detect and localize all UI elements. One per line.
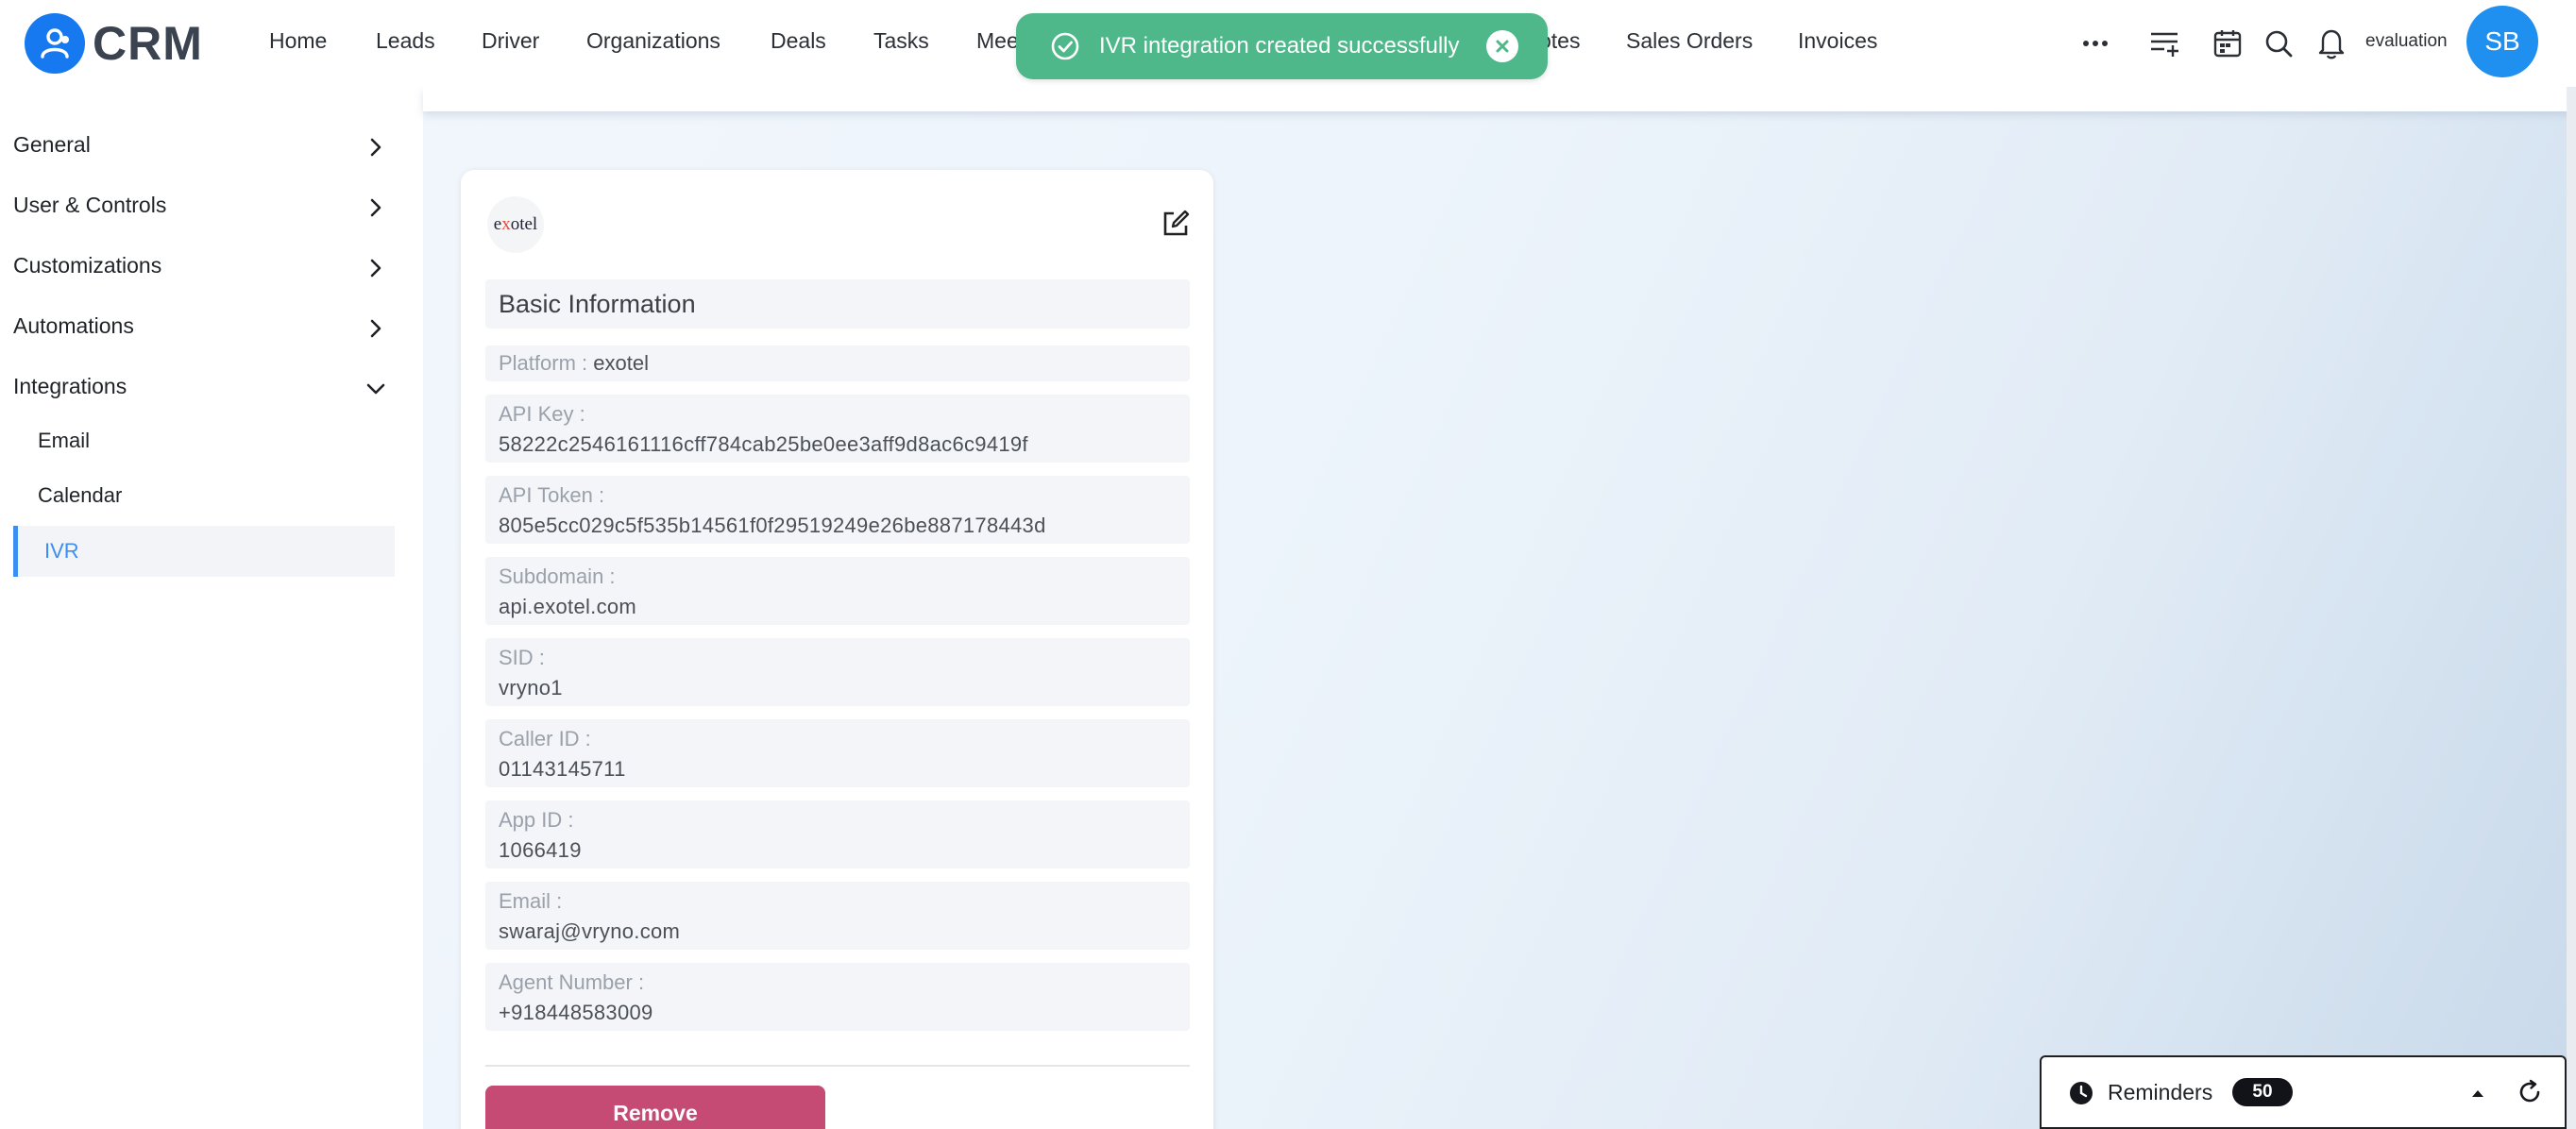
add-list-icon[interactable] — [2146, 25, 2184, 62]
header-strip — [423, 87, 2576, 111]
chevron-down-icon[interactable] — [364, 378, 387, 400]
field-email: Email : swaraj@vryno.com — [485, 882, 1190, 950]
field-sid: SID : vryno1 — [485, 638, 1190, 706]
field-agent-number: Agent Number : +918448583009 — [485, 963, 1190, 1031]
nav-sales-orders[interactable]: Sales Orders — [1626, 28, 1753, 54]
settings-sidebar: General User & Controls Customizations A… — [0, 87, 423, 1129]
nav-organizations[interactable]: Organizations — [586, 28, 720, 54]
close-icon[interactable] — [1486, 30, 1518, 62]
nav-deals[interactable]: Deals — [771, 28, 826, 54]
exotel-logo: e x otel — [487, 196, 544, 253]
toast-message: IVR integration created successfully — [1099, 33, 1460, 59]
search-icon[interactable] — [2260, 25, 2297, 62]
calendar-icon[interactable] — [2209, 25, 2246, 62]
nav-tasks[interactable]: Tasks — [873, 28, 929, 54]
success-toast: IVR integration created successfully — [1016, 13, 1548, 79]
sidebar-item-customizations[interactable]: Customizations — [13, 253, 161, 278]
clock-icon — [2070, 1082, 2093, 1104]
sidebar-item-calendar[interactable]: Calendar — [38, 483, 122, 508]
card-divider — [485, 1065, 1190, 1067]
sidebar-item-ivr-label: IVR — [44, 539, 79, 563]
user-name-label[interactable]: evaluation — [2365, 31, 2448, 52]
edit-icon[interactable] — [1161, 210, 1190, 238]
field-subdomain: Subdomain : api.exotel.com — [485, 557, 1190, 625]
sidebar-item-ivr[interactable]: IVR — [13, 526, 395, 577]
app-logo-text: CRM — [93, 17, 203, 70]
sidebar-item-user-controls[interactable]: User & Controls — [13, 193, 166, 218]
more-icon[interactable] — [2076, 25, 2114, 62]
ivr-integration-card: e x otel Basic Information Platform : exot… — [461, 170, 1213, 1129]
sidebar-item-automations[interactable]: Automations — [13, 313, 134, 339]
field-api-token: API Token : 805e5cc029c5f535b14561f0f295… — [485, 476, 1190, 544]
field-api-key: API Key : 58222c2546161116cff784cab25be0… — [485, 395, 1190, 463]
nav-meetings[interactable]: Mee — [976, 28, 1019, 54]
section-title: Basic Information — [485, 279, 1190, 329]
chevron-right-icon[interactable] — [364, 257, 387, 279]
page-scrollbar[interactable] — [2567, 38, 2576, 1129]
reminders-panel[interactable]: Reminders 50 — [2040, 1055, 2567, 1129]
sidebar-item-general[interactable]: General — [13, 132, 91, 158]
user-avatar[interactable]: SB — [2466, 6, 2538, 77]
chevron-right-icon[interactable] — [364, 317, 387, 340]
nav-invoices[interactable]: Invoices — [1798, 28, 1877, 54]
remove-button[interactable]: Remove — [485, 1086, 825, 1129]
field-caller-id: Caller ID : 01143145711 — [485, 719, 1190, 787]
chevron-right-icon[interactable] — [364, 136, 387, 159]
field-app-id: App ID : 1066419 — [485, 800, 1190, 868]
app-logo[interactable]: CRM — [25, 13, 203, 74]
caret-up-icon[interactable] — [2468, 1084, 2487, 1103]
reminders-count-badge: 50 — [2232, 1078, 2293, 1106]
reminders-label: Reminders — [2108, 1080, 2213, 1104]
sidebar-item-email[interactable]: Email — [38, 429, 90, 453]
sidebar-item-integrations[interactable]: Integrations — [13, 374, 127, 399]
check-circle-icon — [1050, 31, 1080, 61]
user-group-icon — [25, 13, 85, 74]
nav-leads[interactable]: Leads — [376, 28, 435, 54]
nav-driver[interactable]: Driver — [482, 28, 539, 54]
refresh-icon[interactable] — [2516, 1078, 2544, 1106]
field-platform: Platform : exotel — [485, 345, 1190, 381]
nav-home[interactable]: Home — [269, 28, 327, 54]
bell-icon[interactable] — [2313, 25, 2350, 62]
chevron-right-icon[interactable] — [364, 196, 387, 219]
